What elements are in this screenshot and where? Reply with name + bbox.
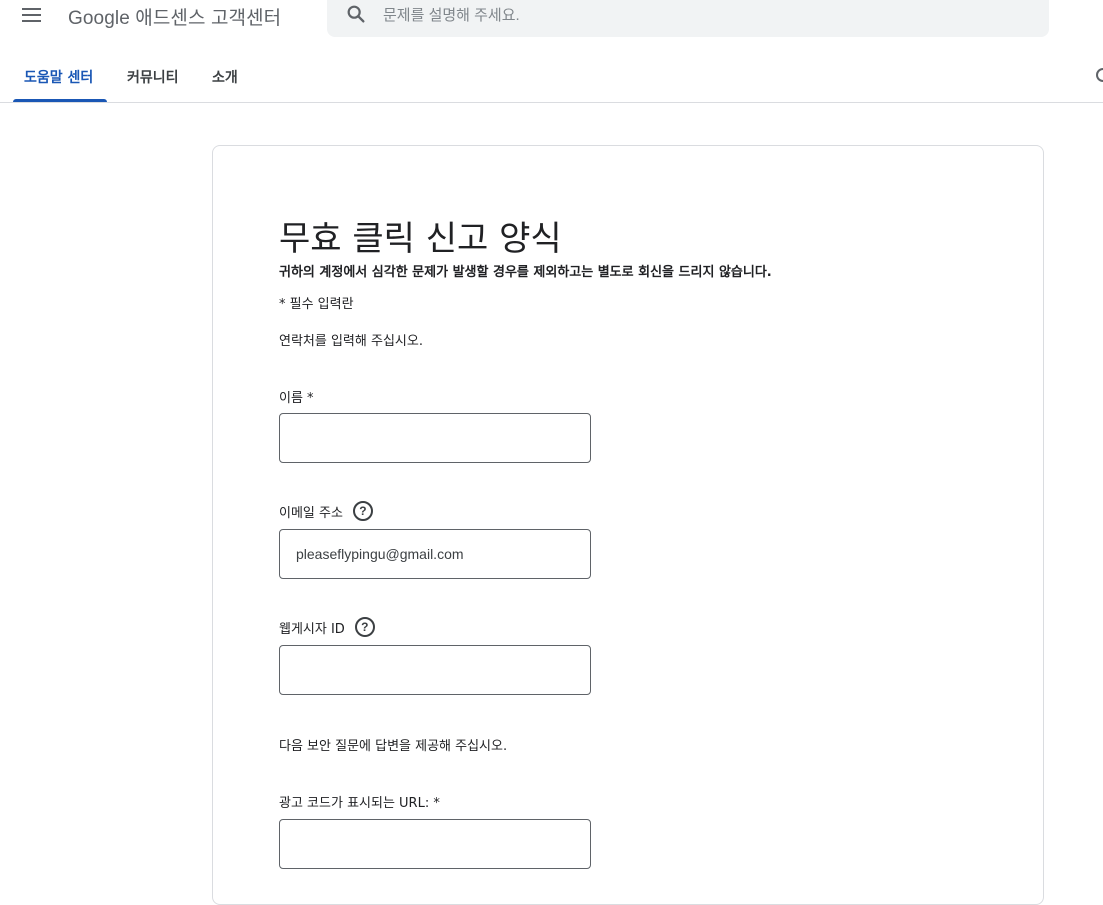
app-title[interactable]: Google 애드센스 고객센터: [68, 3, 281, 30]
tab-community[interactable]: 커뮤니티: [127, 67, 179, 87]
active-tab-indicator: [13, 99, 107, 102]
name-field-label: 이름 *: [279, 387, 314, 406]
email-label-text: 이메일 주소: [279, 505, 343, 521]
publisher-id-field-label: 웹게시자 ID ?: [279, 617, 375, 637]
email-field-label: 이메일 주소 ?: [279, 501, 373, 521]
search-box[interactable]: [327, 0, 1049, 37]
ad-url-field[interactable]: [279, 819, 591, 869]
search-icon[interactable]: [345, 3, 367, 25]
publisher-id-help-icon[interactable]: ?: [354, 617, 375, 637]
partial-account-icon[interactable]: [1096, 68, 1103, 82]
tab-help-center[interactable]: 도움말 센터: [24, 67, 93, 87]
publisher-id-label-text: 웹게시자 ID: [279, 621, 345, 637]
required-field-note: * 필수 입력란: [279, 297, 354, 312]
tab-about[interactable]: 소개: [212, 67, 238, 87]
ad-url-field-label: 광고 코드가 표시되는 URL: *: [279, 792, 440, 811]
name-field[interactable]: [279, 413, 591, 463]
nav-tabs: 도움말 센터 커뮤니티 소개: [0, 52, 1103, 103]
main-menu-icon[interactable]: [18, 4, 46, 26]
security-question-intro: 다음 보안 질문에 답변을 제공해 주십시오.: [279, 739, 508, 754]
form-title: 무효 클릭 신고 양식: [279, 219, 562, 259]
search-input[interactable]: [383, 3, 1023, 27]
publisher-id-field[interactable]: [279, 645, 591, 695]
top-app-bar: Google 애드센스 고객센터: [0, 0, 1103, 52]
contact-intro: 연락처를 입력해 주십시오.: [279, 334, 423, 349]
name-label-text: 이름 *: [279, 391, 314, 406]
email-help-icon[interactable]: ?: [352, 501, 373, 521]
form-card: 무효 클릭 신고 양식 귀하의 계정에서 심각한 문제가 발생할 경우를 제외하…: [212, 145, 1044, 905]
ad-url-label-text: 광고 코드가 표시되는 URL: *: [279, 796, 440, 811]
email-field[interactable]: [279, 529, 591, 579]
form-notice: 귀하의 계정에서 심각한 문제가 발생할 경우를 제외하고는 별도로 회신을 드…: [279, 265, 772, 280]
